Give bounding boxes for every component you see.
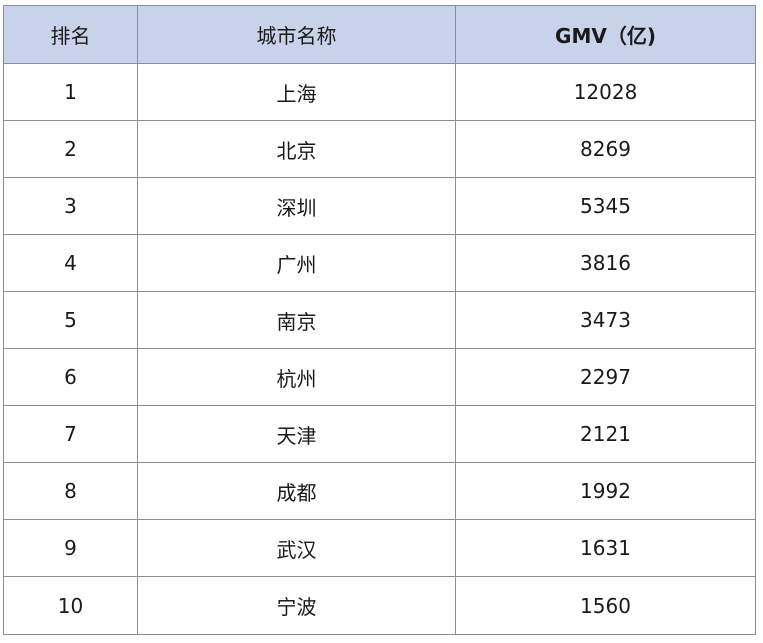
rank-cell: 5 [3, 291, 138, 349]
gmv-ranking-table: 排名 城市名称 GMV（亿) 1 上海 12028 2 北京 8269 3 深圳… [3, 5, 756, 635]
gmv-cell: 1560 [455, 576, 756, 635]
city-cell: 成都 [137, 462, 456, 520]
rank-cell: 2 [3, 120, 138, 178]
city-cell: 广州 [137, 234, 456, 292]
rank-cell: 6 [3, 348, 138, 406]
header-city: 城市名称 [137, 5, 456, 64]
table-row: 4 广州 3816 [3, 234, 756, 292]
rank-cell: 3 [3, 177, 138, 235]
gmv-cell: 1992 [455, 462, 756, 520]
gmv-cell: 3816 [455, 234, 756, 292]
table-row: 1 上海 12028 [3, 63, 756, 121]
rank-cell: 9 [3, 519, 138, 577]
rank-cell: 1 [3, 63, 138, 121]
table-row: 10 宁波 1560 [3, 576, 756, 635]
rank-cell: 10 [3, 576, 138, 635]
city-cell: 天津 [137, 405, 456, 463]
city-cell: 武汉 [137, 519, 456, 577]
header-row: 排名 城市名称 GMV（亿) [3, 5, 756, 64]
gmv-cell: 5345 [455, 177, 756, 235]
city-cell: 深圳 [137, 177, 456, 235]
city-cell: 杭州 [137, 348, 456, 406]
header-gmv: GMV（亿) [455, 5, 756, 64]
rank-cell: 7 [3, 405, 138, 463]
table-row: 9 武汉 1631 [3, 519, 756, 577]
gmv-cell: 2297 [455, 348, 756, 406]
city-cell: 北京 [137, 120, 456, 178]
gmv-cell: 12028 [455, 63, 756, 121]
table-row: 8 成都 1992 [3, 462, 756, 520]
table-row: 2 北京 8269 [3, 120, 756, 178]
table-row: 3 深圳 5345 [3, 177, 756, 235]
gmv-cell: 3473 [455, 291, 756, 349]
rank-cell: 4 [3, 234, 138, 292]
table-header: 排名 城市名称 GMV（亿) [3, 5, 756, 64]
gmv-cell: 1631 [455, 519, 756, 577]
rank-cell: 8 [3, 462, 138, 520]
table-row: 5 南京 3473 [3, 291, 756, 349]
gmv-ranking-table-container: 排名 城市名称 GMV（亿) 1 上海 12028 2 北京 8269 3 深圳… [3, 5, 756, 635]
header-rank: 排名 [3, 5, 138, 64]
table-body: 1 上海 12028 2 北京 8269 3 深圳 5345 4 广州 3816… [3, 63, 756, 635]
city-cell: 宁波 [137, 576, 456, 635]
table-row: 7 天津 2121 [3, 405, 756, 463]
city-cell: 上海 [137, 63, 456, 121]
table-row: 6 杭州 2297 [3, 348, 756, 406]
gmv-cell: 2121 [455, 405, 756, 463]
gmv-cell: 8269 [455, 120, 756, 178]
city-cell: 南京 [137, 291, 456, 349]
